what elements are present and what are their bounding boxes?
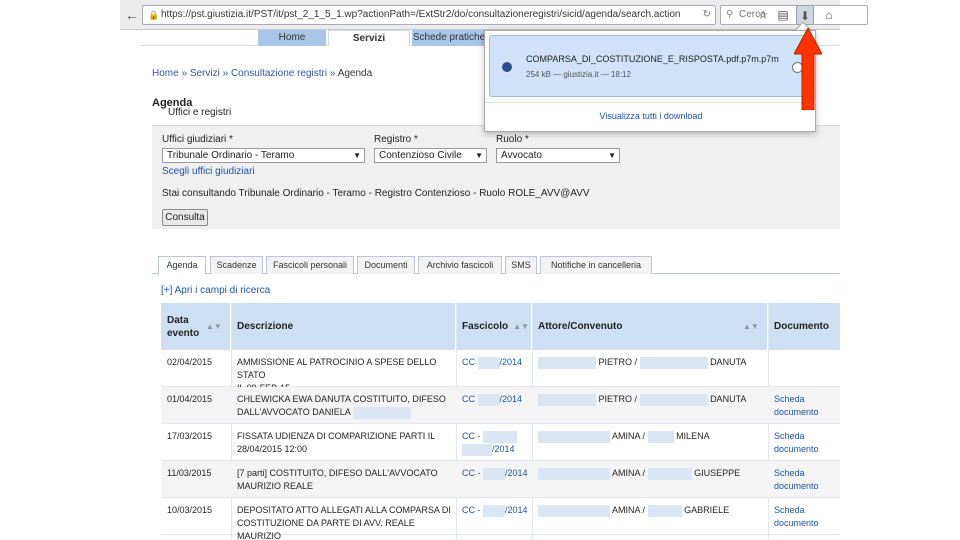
- table-header: Data evento ▲▼ Descrizione Fascicolo ▲▼ At…: [161, 303, 840, 350]
- open-search-fields-link[interactable]: [+] Apri i campi di ricerca: [161, 285, 270, 296]
- cell-documento-link[interactable]: Scheda documento: [774, 393, 819, 419]
- download-icon[interactable]: ⬇: [796, 5, 814, 25]
- header-fascicolo[interactable]: Fascicolo ▲▼: [456, 303, 532, 350]
- file-icon: [500, 60, 514, 74]
- sort-icon[interactable]: ▲▼: [743, 320, 759, 333]
- cell-description: [7 parti] COSTITUITO, DIFESO DALL'AVVOCA…: [237, 468, 438, 491]
- header-documento: Documento: [774, 321, 829, 332]
- cell-description: DEPOSITATO ATTO ALLEGATI ALLA COMPARSA D…: [237, 505, 451, 540]
- cell-description: CHLEWICKA EWA DANUTA COSTITUITO, DIFESO D…: [237, 394, 446, 419]
- cell-date: 11/03/2015: [167, 468, 212, 478]
- url-bar[interactable]: 🔒 https://pst.giustizia.it/PST/it/pst_2_…: [142, 5, 716, 25]
- tab-notifiche[interactable]: Notifiche in cancelleria: [540, 256, 652, 274]
- sort-icon[interactable]: ▲▼: [513, 320, 529, 333]
- back-icon[interactable]: ←: [122, 5, 142, 25]
- download-panel: COMPARSA_DI_COSTITUZIONE_E_RISPOSTA.pdf.…: [484, 30, 817, 132]
- cell-parti: PIETRO / DANUTA: [538, 393, 746, 406]
- download-item[interactable]: COMPARSA_DI_COSTITUZIONE_E_RISPOSTA.pdf.…: [489, 35, 812, 97]
- cell-date: 17/03/2015: [167, 431, 213, 441]
- cell-fascicolo[interactable]: CC - /2014: [462, 467, 528, 480]
- chevron-down-icon: ▼: [353, 151, 361, 160]
- table-row: 01/04/2015 CHLEWICKA EWA DANUTA COSTITUI…: [161, 387, 840, 424]
- browser-search-input[interactable]: ⚲ Cerca: [720, 5, 868, 25]
- consulta-button[interactable]: Consulta: [162, 209, 208, 226]
- tab-fascicoli-personali[interactable]: Fascicoli personali: [266, 256, 354, 274]
- ruolo-label: Ruolo *: [496, 134, 529, 145]
- chevron-down-icon: ▼: [608, 151, 616, 160]
- cell-fascicolo[interactable]: CC /2014: [462, 356, 522, 369]
- header-data-evento[interactable]: Data evento ▲▼: [161, 303, 231, 350]
- ufficio-select[interactable]: Tribunale Ordinario - Teramo ▼: [162, 148, 365, 163]
- download-filename: COMPARSA_DI_COSTITUZIONE_E_RISPOSTA.pdf.…: [526, 54, 779, 64]
- tab-servizi[interactable]: Servizi: [328, 30, 410, 46]
- reload-icon[interactable]: ↻: [703, 6, 711, 24]
- cell-fascicolo[interactable]: CC - /2014: [462, 430, 518, 456]
- tab-agenda[interactable]: Agenda: [158, 256, 206, 275]
- breadcrumb-consultazione[interactable]: Consultazione registri: [231, 68, 327, 79]
- cell-date: 10/03/2015: [167, 505, 213, 515]
- header-descrizione: Descrizione: [231, 303, 456, 350]
- tab-home[interactable]: Home: [258, 30, 326, 46]
- table-row: 02/04/2015 AMMISSIONE AL PATROCINIO A SP…: [161, 350, 840, 393]
- choose-offices-link[interactable]: Scegli uffici giudiziari: [162, 166, 255, 177]
- cell-description: FISSATA UDIENZA DI COMPARIZIONE PARTI IL…: [237, 431, 436, 454]
- lock-icon: 🔒: [148, 10, 160, 20]
- cell-parti: AMINA / GIUSEPPE: [538, 467, 740, 480]
- home-icon[interactable]: ⌂: [820, 5, 838, 25]
- cell-fascicolo[interactable]: CC /2014: [462, 393, 522, 406]
- section-tabs: Agenda Scadenze Fascicoli personali Docu…: [152, 254, 840, 275]
- url-text: https://pst.giustizia.it/PST/it/pst_2_1_…: [161, 9, 681, 20]
- cell-parti: AMINA / GABRIELE: [538, 504, 729, 517]
- chevron-down-icon: ▼: [475, 151, 483, 160]
- ruolo-select[interactable]: Avvocato ▼: [496, 148, 620, 163]
- table-row: 10/03/2015 DEPOSITATO ATTO ALLEGATI ALLA…: [161, 498, 840, 540]
- ufficio-label: Uffici giudiziari *: [162, 134, 233, 145]
- cell-date: 02/04/2015: [167, 357, 213, 367]
- clipboard-icon[interactable]: ▤: [774, 5, 792, 25]
- show-all-downloads-link[interactable]: Visualizza tutti i download: [485, 111, 817, 121]
- star-icon[interactable]: ☆: [754, 5, 772, 25]
- tab-sms[interactable]: SMS: [505, 256, 537, 274]
- tab-schede-pratiche[interactable]: Schede pratiche: [412, 30, 486, 46]
- header-attore-convenuto[interactable]: Attore/Convenuto ▲▼: [532, 303, 768, 350]
- table-row: 11/03/2015 [7 parti] COSTITUITO, DIFESO …: [161, 461, 840, 498]
- sort-icon[interactable]: ▲▼: [206, 320, 222, 333]
- registro-select[interactable]: Contenzioso Civile ▼: [374, 148, 487, 163]
- table-row: 17/03/2015 FISSATA UDIENZA DI COMPARIZIO…: [161, 424, 840, 461]
- consultation-status: Stai consultando Tribunale Ordinario - T…: [162, 188, 590, 199]
- breadcrumb-home[interactable]: Home: [152, 68, 179, 79]
- cell-parti: PIETRO / DANUTA: [538, 356, 746, 369]
- cell-date: 01/04/2015: [167, 394, 213, 404]
- search-icon: ⚲: [726, 9, 734, 20]
- browser-toolbar: ← 🔒 https://pst.giustizia.it/PST/it/pst_…: [120, 0, 868, 30]
- cell-fascicolo[interactable]: CC - /2014: [462, 504, 528, 517]
- breadcrumb: Home » Servizi » Consultazione registri …: [152, 68, 373, 79]
- breadcrumb-current: Agenda: [337, 68, 373, 79]
- tab-scadenze[interactable]: Scadenze: [210, 256, 263, 274]
- annotation-arrow: [794, 28, 822, 110]
- cell-documento-link[interactable]: Scheda documento: [774, 430, 819, 456]
- section-subtitle: Uffici e registri: [168, 107, 232, 118]
- cell-documento-link[interactable]: Scheda documento: [774, 504, 819, 530]
- registro-label: Registro *: [374, 134, 418, 145]
- cell-documento-link[interactable]: Scheda documento: [774, 467, 819, 493]
- download-meta: 254 kB — giustizia.it — 18:12: [526, 70, 631, 79]
- breadcrumb-servizi[interactable]: Servizi: [190, 68, 220, 79]
- tab-archivio-fascicoli[interactable]: Archivio fascicoli: [418, 256, 502, 274]
- tab-documenti[interactable]: Documenti: [357, 256, 415, 274]
- filter-panel: Uffici giudiziari * Tribunale Ordinario …: [152, 125, 840, 229]
- cell-parti: AMINA / MILENA: [538, 430, 710, 443]
